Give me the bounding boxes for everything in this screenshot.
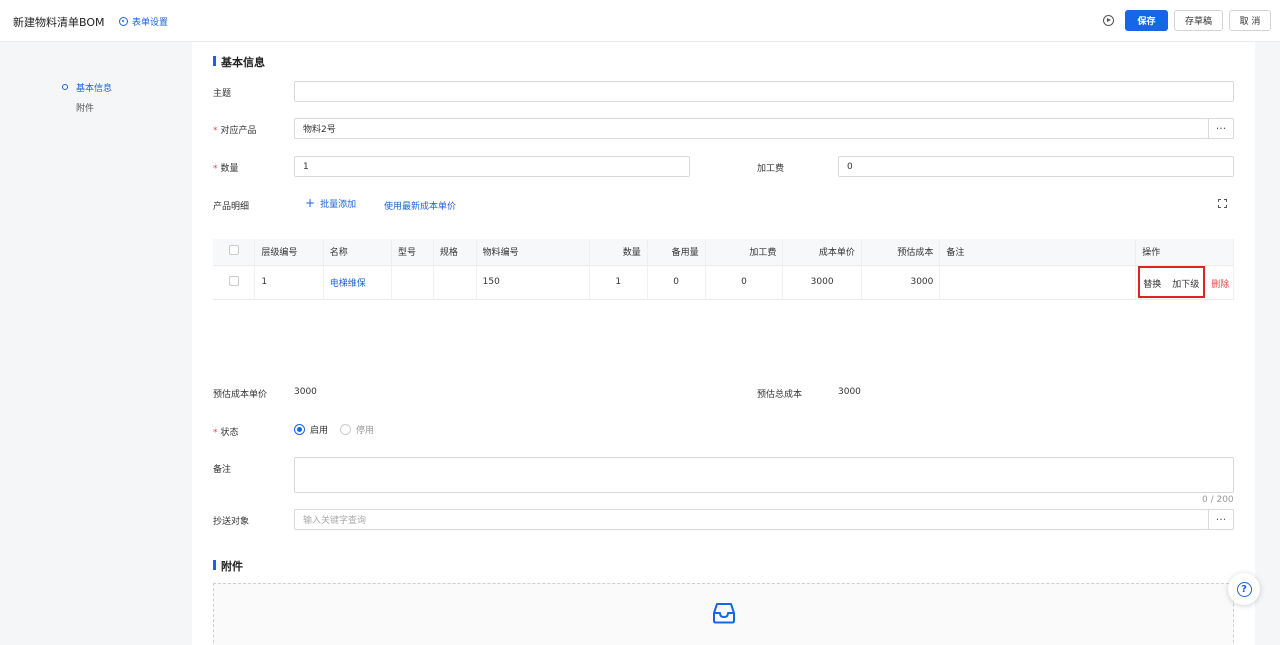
side-nav: 基本信息 附件 bbox=[62, 77, 112, 117]
est-unit-cost-label: 预估成本单价 bbox=[213, 390, 268, 400]
model-cell bbox=[391, 265, 434, 300]
column-header: 层级编号 bbox=[254, 239, 324, 266]
batch-add-button[interactable]: + 批量添加 bbox=[305, 196, 356, 210]
column-header: 物料编号 bbox=[476, 239, 590, 266]
form-panel: 基本信息 主题 * 对应产品 物料2号 ··· * 数量 1 加工费 0 产品明细 … bbox=[192, 42, 1255, 645]
est-unit-cost-value: 3000 bbox=[294, 387, 317, 397]
form-settings-label: 表单设置 bbox=[132, 18, 169, 28]
column-header: 备注 bbox=[939, 239, 1137, 266]
remark-label: 备注 bbox=[213, 465, 232, 475]
quantity-cell: 1 bbox=[589, 265, 648, 300]
cancel-button[interactable]: 取 消 bbox=[1229, 10, 1271, 31]
column-header: 操作 bbox=[1135, 239, 1234, 266]
select-all-checkbox[interactable] bbox=[228, 245, 239, 256]
form-settings-link[interactable]: 表单设置 bbox=[119, 15, 168, 28]
page-title: 新建物料清单BOM bbox=[13, 16, 105, 29]
section-title-basic-info: 基本信息 bbox=[213, 54, 265, 70]
cc-label: 抄送对象 bbox=[213, 517, 250, 527]
radio-unselected-icon bbox=[340, 424, 352, 435]
table-row: 1 电梯维保 150 1 0 0 3000 3000 替换 加下级 删除 bbox=[213, 265, 1234, 300]
use-latest-cost-button[interactable]: 使用最新成本单价 bbox=[384, 199, 456, 212]
save-draft-button[interactable]: 存草稿 bbox=[1174, 10, 1223, 31]
spare-cell: 0 bbox=[647, 265, 706, 300]
subject-input[interactable] bbox=[294, 81, 1234, 102]
remark-char-counter: 0 / 200 bbox=[1202, 495, 1234, 505]
gear-icon bbox=[119, 17, 128, 26]
row-checkbox[interactable] bbox=[228, 275, 239, 286]
attachment-upload-area[interactable] bbox=[213, 583, 1234, 645]
remark-textarea[interactable] bbox=[294, 457, 1234, 493]
side-nav-item-attachment[interactable]: 附件 bbox=[62, 97, 112, 117]
side-nav-item-basic-info[interactable]: 基本信息 bbox=[62, 77, 112, 97]
table-header-row: 层级编号 名称 型号 规格 物料编号 数量 备用量 加工费 成本单价 预估成本 … bbox=[213, 239, 1234, 266]
save-button[interactable]: 保存 bbox=[1125, 10, 1168, 31]
replace-button[interactable]: 替换 bbox=[1143, 277, 1161, 290]
product-label: * 对应产品 bbox=[213, 126, 257, 136]
subject-label: 主题 bbox=[213, 89, 232, 99]
column-header: 加工费 bbox=[705, 239, 784, 266]
est-total-cost-label: 预估总成本 bbox=[757, 390, 803, 400]
delete-button[interactable]: 删除 bbox=[1211, 277, 1229, 290]
status-enabled-radio[interactable]: 启用 bbox=[294, 423, 328, 436]
column-header: 规格 bbox=[433, 239, 477, 266]
remark-cell bbox=[939, 265, 1137, 300]
est-total-cost-value: 3000 bbox=[838, 387, 861, 397]
play-icon[interactable] bbox=[1103, 15, 1114, 26]
status-disabled-radio[interactable]: 停用 bbox=[340, 423, 374, 436]
product-input[interactable]: 物料2号 bbox=[294, 118, 1209, 139]
column-header: 备用量 bbox=[647, 239, 706, 266]
level-cell: 1 bbox=[254, 265, 324, 300]
inbox-icon bbox=[713, 603, 735, 624]
column-header: 型号 bbox=[391, 239, 434, 266]
column-header: 数量 bbox=[589, 239, 648, 266]
product-details-label: 产品明细 bbox=[213, 202, 250, 212]
active-dot-icon bbox=[62, 84, 68, 90]
spec-cell bbox=[433, 265, 477, 300]
product-picker-button[interactable]: ··· bbox=[1208, 118, 1234, 139]
processing-fee-input[interactable]: 0 bbox=[838, 156, 1234, 177]
actions-cell: 替换 加下级 删除 bbox=[1135, 265, 1234, 300]
bom-table: 层级编号 名称 型号 规格 物料编号 数量 备用量 加工费 成本单价 预估成本 … bbox=[213, 239, 1234, 300]
status-radio-group: 启用 停用 bbox=[294, 423, 374, 436]
status-label: * 状态 bbox=[213, 428, 239, 438]
quantity-input[interactable]: 1 bbox=[294, 156, 690, 177]
select-all-cell[interactable] bbox=[213, 239, 256, 266]
section-title-attachment: 附件 bbox=[213, 558, 243, 574]
plus-icon: + bbox=[305, 196, 316, 210]
radio-selected-icon bbox=[294, 424, 305, 435]
fullscreen-icon[interactable] bbox=[1218, 199, 1227, 208]
top-bar: 新建物料清单BOM 表单设置 保存 存草稿 取 消 bbox=[0, 0, 1280, 42]
est-cost-cell: 3000 bbox=[861, 265, 941, 300]
column-header: 成本单价 bbox=[782, 239, 862, 266]
question-icon: ? bbox=[1236, 581, 1252, 597]
help-button[interactable]: ? bbox=[1228, 573, 1260, 605]
column-header: 预估成本 bbox=[861, 239, 941, 266]
cc-search-input[interactable]: 输入关键字查询 bbox=[294, 509, 1209, 530]
unit-cost-cell: 3000 bbox=[782, 265, 862, 300]
side-nav-label: 基本信息 bbox=[76, 83, 113, 94]
material-no-cell: 150 bbox=[476, 265, 590, 300]
processing-fee-cell: 0 bbox=[705, 265, 784, 300]
add-sublevel-button[interactable]: 加下级 bbox=[1172, 277, 1199, 290]
quantity-label: * 数量 bbox=[213, 164, 239, 174]
row-select-cell[interactable] bbox=[213, 265, 256, 300]
processing-fee-label: 加工费 bbox=[757, 164, 785, 174]
column-header: 名称 bbox=[323, 239, 393, 266]
side-nav-label: 附件 bbox=[76, 103, 95, 114]
name-cell[interactable]: 电梯维保 bbox=[323, 265, 393, 300]
cc-picker-button[interactable]: ··· bbox=[1208, 509, 1234, 530]
item-name-link[interactable]: 电梯维保 bbox=[330, 279, 366, 289]
